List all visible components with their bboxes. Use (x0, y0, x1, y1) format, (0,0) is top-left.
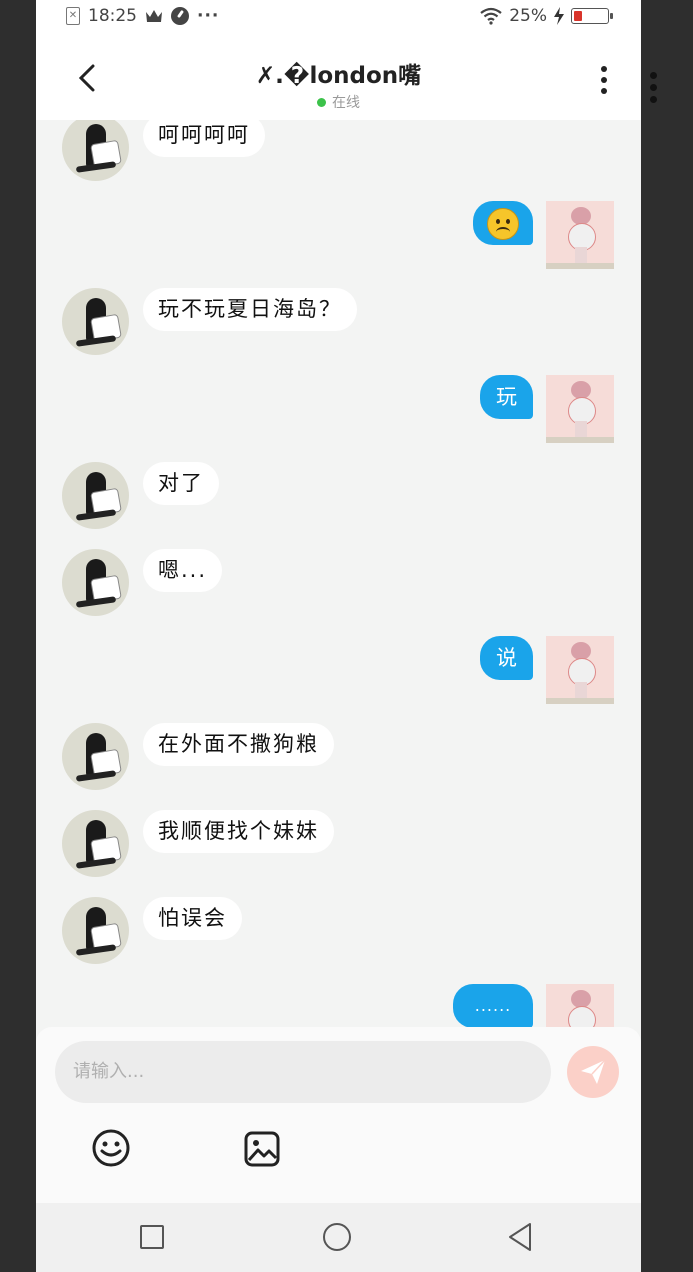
home-icon[interactable] (323, 1223, 351, 1251)
message-bubble-received: 嗯... (143, 549, 223, 592)
chat-header: ✗.�london嘴 在线 (36, 34, 641, 120)
message-input[interactable]: 请输入... (55, 1041, 551, 1103)
my-avatar[interactable] (546, 636, 614, 704)
more-vertical-icon[interactable] (601, 66, 609, 99)
send-icon (581, 1059, 606, 1084)
online-dot (317, 97, 326, 107)
sim-icon: ✕ (66, 7, 80, 25)
contact-avatar[interactable] (62, 723, 129, 790)
contact-avatar[interactable] (62, 462, 129, 529)
contact-avatar[interactable] (62, 120, 129, 181)
message-composer: 请输入... (36, 1027, 641, 1203)
contact-avatar[interactable] (62, 288, 129, 355)
battery-percent: 25% (509, 6, 547, 26)
message-bubble-received: 在外面不撒狗粮 (143, 723, 334, 766)
my-avatar[interactable] (546, 201, 614, 269)
contact-avatar[interactable] (62, 810, 129, 877)
wifi-icon (480, 7, 502, 25)
my-avatar[interactable] (546, 984, 614, 1030)
message-bubble-sent: 说 (480, 636, 533, 680)
recent-apps-icon[interactable] (140, 1225, 164, 1249)
battery-icon (571, 8, 613, 24)
message-bubble-received: 我顺便找个妹妹 (143, 810, 334, 853)
message-bubble-received: 怕误会 (143, 897, 242, 940)
message-bubble-sent: 玩 (480, 375, 533, 419)
background-more-icon (650, 72, 658, 108)
smiley-icon[interactable] (91, 1128, 131, 1168)
charging-icon (554, 7, 564, 25)
frowning-face-icon (487, 208, 519, 240)
message-bubble-received: 呵呵呵呵 (143, 120, 265, 157)
image-icon[interactable] (243, 1130, 281, 1168)
online-status: 在线 (317, 92, 360, 112)
my-avatar[interactable] (546, 375, 614, 443)
speed-icon (171, 7, 189, 25)
phone-screen: ✕ 18:25 ··· 25% ✗.�london嘴 在线 呵呵呵呵 玩不玩夏日… (36, 0, 641, 1272)
status-bar: ✕ 18:25 ··· 25% (36, 0, 641, 34)
online-status-label: 在线 (332, 95, 360, 111)
message-bubble-sent: ...... (453, 984, 533, 1028)
contact-avatar[interactable] (62, 549, 129, 616)
message-bubble-received: 玩不玩夏日海岛？ (143, 288, 357, 331)
message-list[interactable]: 呵呵呵呵 玩不玩夏日海岛？ 玩 对了 嗯... 说 在外面不撒狗粮 我顺便找个妹… (36, 120, 641, 1030)
message-bubble-received: 对了 (143, 462, 219, 505)
crown-icon (146, 10, 162, 22)
contact-avatar[interactable] (62, 897, 129, 964)
back-triangle-icon[interactable] (506, 1221, 536, 1253)
send-button[interactable] (567, 1046, 619, 1098)
system-nav-bar (36, 1203, 641, 1272)
chat-title: ✗.�london嘴 (255, 63, 422, 89)
message-bubble-sent (473, 201, 533, 245)
status-more-dots: ··· (197, 6, 220, 26)
status-time: 18:25 (88, 6, 137, 26)
